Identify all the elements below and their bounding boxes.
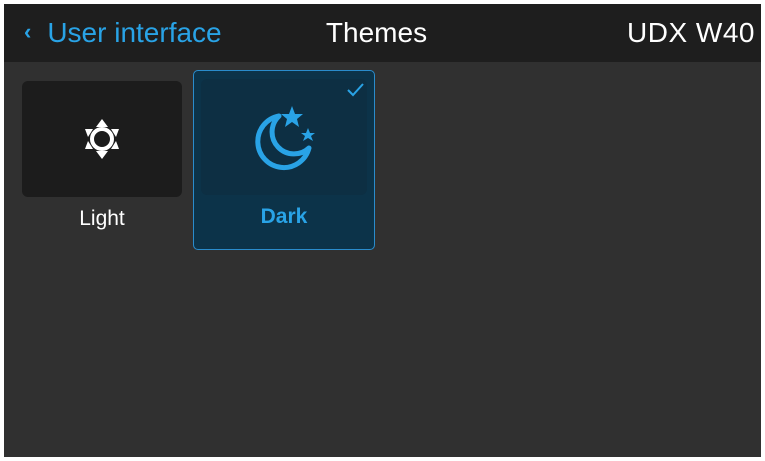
sun-icon (85, 119, 119, 159)
page-title-text: Themes (325, 17, 428, 48)
themes-screen: ‹ User interface Themes UDX W40 Light Da… (4, 4, 761, 457)
theme-icon-box (22, 81, 182, 197)
theme-icon-box (201, 79, 367, 195)
back-label: User interface (47, 17, 222, 48)
checkmark-icon (347, 83, 364, 97)
back-button[interactable]: ‹ User interface (24, 4, 222, 62)
device-name: UDX W40 (627, 17, 755, 48)
header-bar: ‹ User interface Themes UDX W40 (4, 4, 761, 62)
theme-label-dark: Dark (260, 205, 308, 228)
theme-tile-light[interactable]: Light (22, 81, 182, 241)
theme-tile-dark[interactable]: Dark (193, 70, 375, 250)
theme-label-light: Light (79, 207, 125, 230)
moon-stars-icon (255, 106, 315, 171)
chevron-left-icon: ‹ (24, 19, 32, 44)
